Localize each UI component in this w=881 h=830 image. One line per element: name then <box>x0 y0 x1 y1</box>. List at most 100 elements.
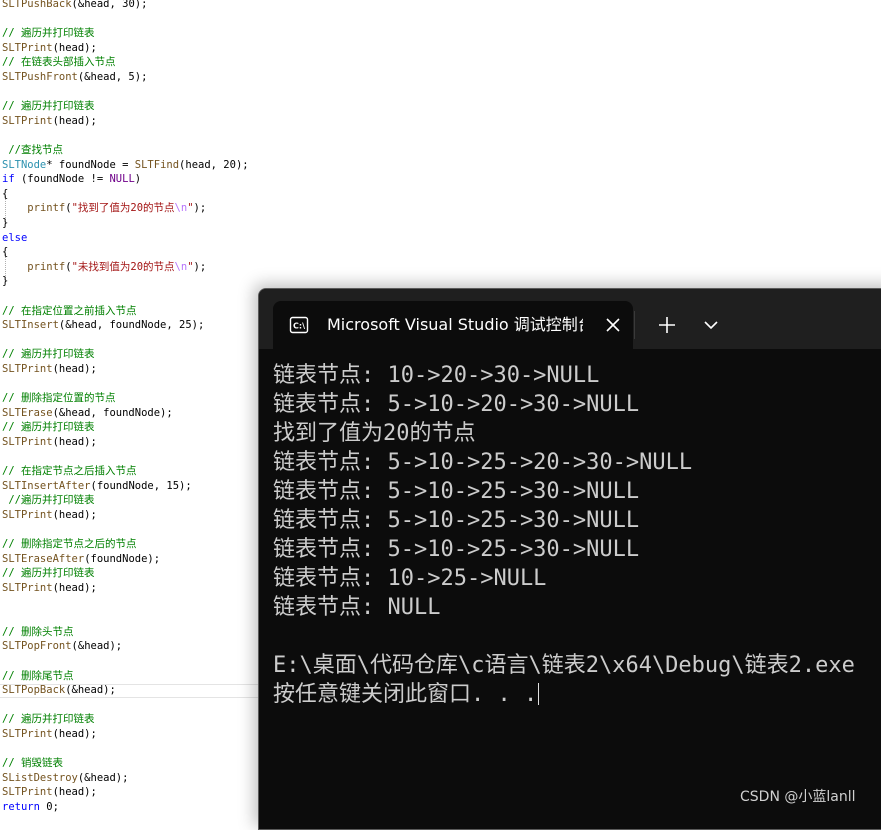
chevron-down-icon[interactable] <box>703 317 719 333</box>
code-token: else <box>2 231 28 244</box>
code-line[interactable]: SLTPrint(head); <box>2 41 97 55</box>
code-line[interactable]: // 删除头节点 <box>2 625 73 639</box>
code-line[interactable]: // 删除尾节点 <box>2 669 73 683</box>
code-line[interactable]: printf("未找到值为20的节点\n"); <box>2 260 206 274</box>
code-line[interactable]: SLTPushFront(&head, 5); <box>2 70 147 84</box>
code-line[interactable]: SLTPopBack(&head); <box>2 683 116 697</box>
code-line[interactable]: // 遍历并打印链表 <box>2 712 94 726</box>
code-line[interactable]: SLTPrint(head); <box>2 508 97 522</box>
code-line[interactable]: SLTInsertAfter(foundNode, 15); <box>2 479 192 493</box>
code-line[interactable]: else <box>2 231 27 245</box>
code-token: "未找到值为20的节点 <box>71 260 175 273</box>
code-token: (head); <box>52 509 97 521</box>
code-line[interactable]: // 在指定节点之后插入节点 <box>2 464 136 478</box>
svg-text:C:\: C:\ <box>293 322 305 331</box>
code-token: NULL <box>109 173 135 186</box>
code-token: //查找节点 <box>2 144 63 156</box>
code-token: { <box>2 246 9 259</box>
code-token: //遍历并打印链表 <box>2 494 95 507</box>
code-token: ); <box>193 202 207 215</box>
code-token: (&head); <box>65 684 116 697</box>
code-token: SLTPrint <box>2 436 53 448</box>
code-token: // 销毁链表 <box>2 757 63 770</box>
code-token: (head); <box>52 114 97 127</box>
code-line[interactable]: //查找节点 <box>2 143 63 157</box>
code-line[interactable]: // 在指定位置之前插入节点 <box>2 304 136 318</box>
console-output-line: 链表节点: 10->20->30->NULL <box>273 363 600 388</box>
console-output-line: 链表节点: 5->10->25->20->30->NULL <box>273 450 693 475</box>
debug-console-window[interactable]: C:\ Microsoft Visual Studio 调试控制台 链表节点: … <box>258 288 881 830</box>
close-icon[interactable] <box>605 317 621 333</box>
code-line[interactable]: SLTPrint(head); <box>2 785 97 799</box>
code-line[interactable]: } <box>2 216 8 230</box>
code-line[interactable]: SLTNode* foundNode = SLTFind(head, 20); <box>2 158 249 172</box>
code-token: (&head, foundNode, 25); <box>58 319 205 332</box>
code-token: (&head); <box>71 640 123 653</box>
code-token: SLTPrint <box>2 728 53 740</box>
code-line[interactable]: SLTPushBack(&head, 30); <box>2 0 147 11</box>
code-line[interactable]: SLTInsert(&head, foundNode, 25); <box>2 318 204 332</box>
code-token: SLTPushBack <box>2 0 72 10</box>
terminal-icon: C:\ <box>289 316 309 334</box>
console-output-line: 按任意键关闭此窗口. . . <box>273 682 540 707</box>
code-line[interactable]: // 遍历并打印链表 <box>2 26 94 40</box>
code-line[interactable]: return 0; <box>2 800 59 814</box>
code-token: 0; <box>39 801 59 813</box>
code-line[interactable]: // 销毁链表 <box>2 756 63 770</box>
code-line[interactable]: printf("找到了值为20的节点\n"); <box>2 201 206 215</box>
code-token: // 遍历并打印链表 <box>2 348 95 361</box>
code-line[interactable]: // 删除指定位置的节点 <box>2 391 115 405</box>
code-line[interactable]: SLTPrint(head); <box>2 581 97 595</box>
code-token: ); <box>193 260 207 273</box>
console-output-line: 链表节点: NULL <box>273 595 441 620</box>
code-line[interactable]: // 遍历并打印链表 <box>2 347 94 361</box>
code-token: } <box>2 275 9 288</box>
code-token: (head); <box>52 728 97 740</box>
code-line[interactable]: SLTPrint(head); <box>2 727 97 741</box>
console-tab[interactable]: C:\ Microsoft Visual Studio 调试控制台 <box>273 301 633 349</box>
code-token: } <box>2 217 9 229</box>
code-token: SLTPopBack <box>2 684 66 697</box>
code-line[interactable]: //遍历并打印链表 <box>2 493 94 507</box>
code-line[interactable]: { <box>2 245 8 259</box>
console-output-line: 链表节点: 5->10->25->30->NULL <box>273 479 640 504</box>
console-titlebar[interactable]: C:\ Microsoft Visual Studio 调试控制台 <box>259 289 881 349</box>
code-token: (head, 20); <box>179 158 249 171</box>
console-output-line: 链表节点: 5->10->25->30->NULL <box>273 537 640 562</box>
code-line[interactable]: if (foundNode != NULL) <box>2 172 141 186</box>
console-tab-title: Microsoft Visual Studio 调试控制台 <box>327 315 583 334</box>
code-line[interactable]: SLTPrint(head); <box>2 435 97 449</box>
code-token: // 遍历并打印链表 <box>2 100 95 113</box>
code-line[interactable]: SLTErase(&head, foundNode); <box>2 406 173 420</box>
code-line[interactable]: // 遍历并打印链表 <box>2 99 94 113</box>
plus-icon[interactable] <box>657 315 677 335</box>
code-token: SLTFind <box>134 158 180 171</box>
code-line[interactable]: SLTEraseAfter(foundNode); <box>2 552 160 566</box>
code-line[interactable]: SListDestroy(&head); <box>2 771 128 785</box>
code-line[interactable]: // 删除指定节点之后的节点 <box>2 537 136 551</box>
code-token: (foundNode); <box>84 552 161 565</box>
code-line[interactable]: // 在链表头部插入节点 <box>2 55 115 69</box>
code-line[interactable]: SLTPrint(head); <box>2 362 97 376</box>
code-token: (&head); <box>77 771 129 784</box>
code-token: SLTPushFront <box>2 71 78 83</box>
code-token: // 删除指定位置的节点 <box>2 392 116 405</box>
code-line[interactable]: // 遍历并打印链表 <box>2 566 94 580</box>
code-token: SLTPrint <box>2 114 53 127</box>
code-line[interactable]: SLTPopFront(&head); <box>2 639 122 653</box>
code-token: // 删除头节点 <box>2 625 74 638</box>
code-token: { <box>2 187 9 200</box>
code-token: \n <box>174 202 188 215</box>
code-token: SLTInsert <box>2 319 59 332</box>
code-line[interactable]: // 遍历并打印链表 <box>2 420 94 434</box>
code-token: return <box>2 801 40 813</box>
code-line[interactable]: } <box>2 274 8 288</box>
code-line[interactable]: { <box>2 187 8 201</box>
code-line[interactable]: SLTPrint(head); <box>2 114 97 128</box>
code-token: \n <box>174 260 188 273</box>
code-token: SLTErase <box>2 406 53 419</box>
tab-separator <box>634 311 635 339</box>
console-output[interactable]: 链表节点: 10->20->30->NULL 链表节点: 5->10->20->3… <box>273 361 881 709</box>
